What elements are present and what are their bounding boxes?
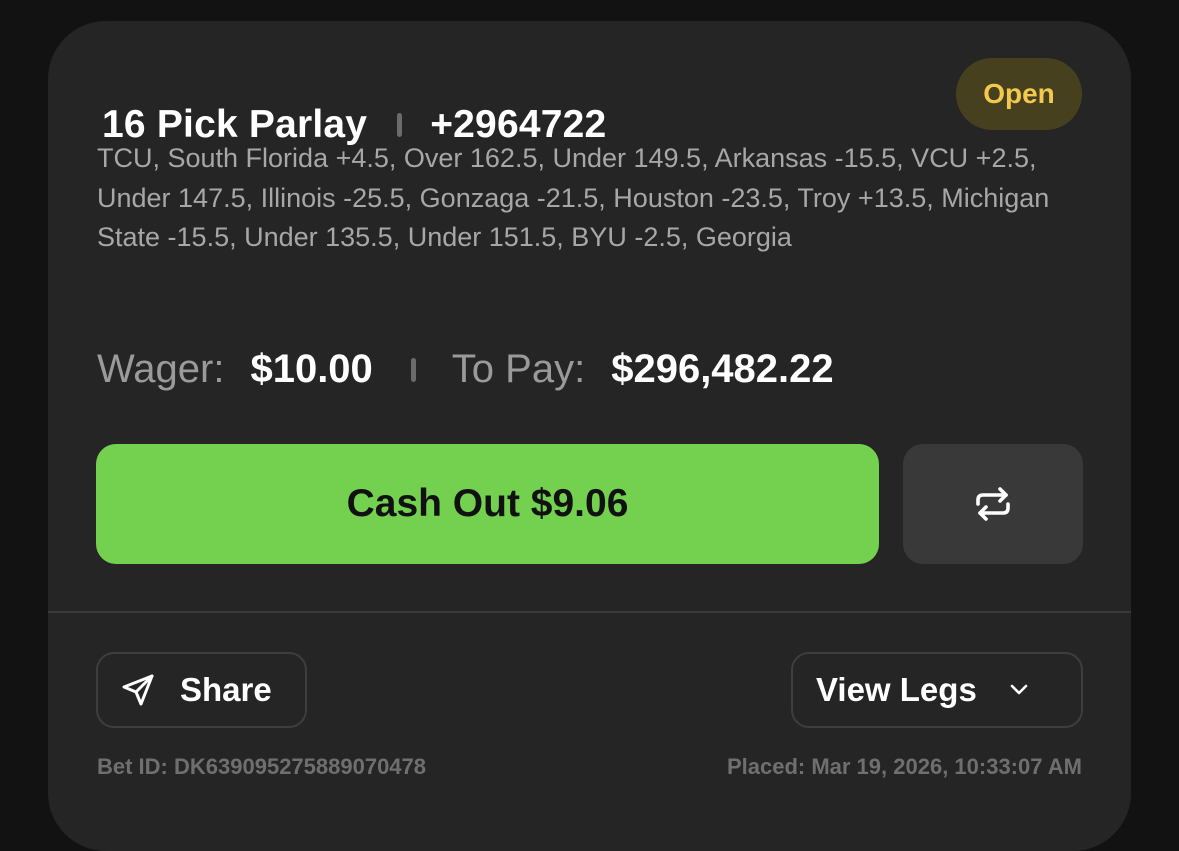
card-divider <box>48 611 1131 613</box>
swap-button[interactable] <box>903 444 1083 564</box>
topay-label: To Pay: <box>451 347 586 391</box>
bet-id: Bet ID: DK639095275889070478 <box>97 754 427 779</box>
swap-arrows-icon <box>972 484 1014 524</box>
title-separator <box>397 113 403 137</box>
cash-out-button[interactable]: Cash Out $9.06 <box>96 444 879 564</box>
legs-summary: TCU, South Florida +4.5, Over 162.5, Und… <box>97 143 1050 252</box>
status-badge: Open <box>956 58 1082 130</box>
placed-timestamp: Placed: Mar 19, 2026, 10:33:07 AM <box>726 754 1082 779</box>
view-legs-button[interactable]: View Legs <box>791 652 1083 728</box>
share-button[interactable]: Share <box>96 652 307 728</box>
wager-label: Wager: <box>97 347 225 391</box>
wager-value: $10.00 <box>250 347 373 391</box>
chevron-down-icon <box>1007 678 1031 702</box>
bet-card: 16 Pick Parlay +2964722 Open TCU, South … <box>48 21 1131 851</box>
send-icon <box>120 672 156 708</box>
amounts-row: Wager: $10.00 To Pay: $296,482.22 <box>97 347 834 392</box>
view-legs-label: View Legs <box>816 671 977 708</box>
amounts-separator <box>410 357 416 382</box>
topay-value: $296,482.22 <box>611 347 834 391</box>
share-label: Share <box>180 671 272 708</box>
